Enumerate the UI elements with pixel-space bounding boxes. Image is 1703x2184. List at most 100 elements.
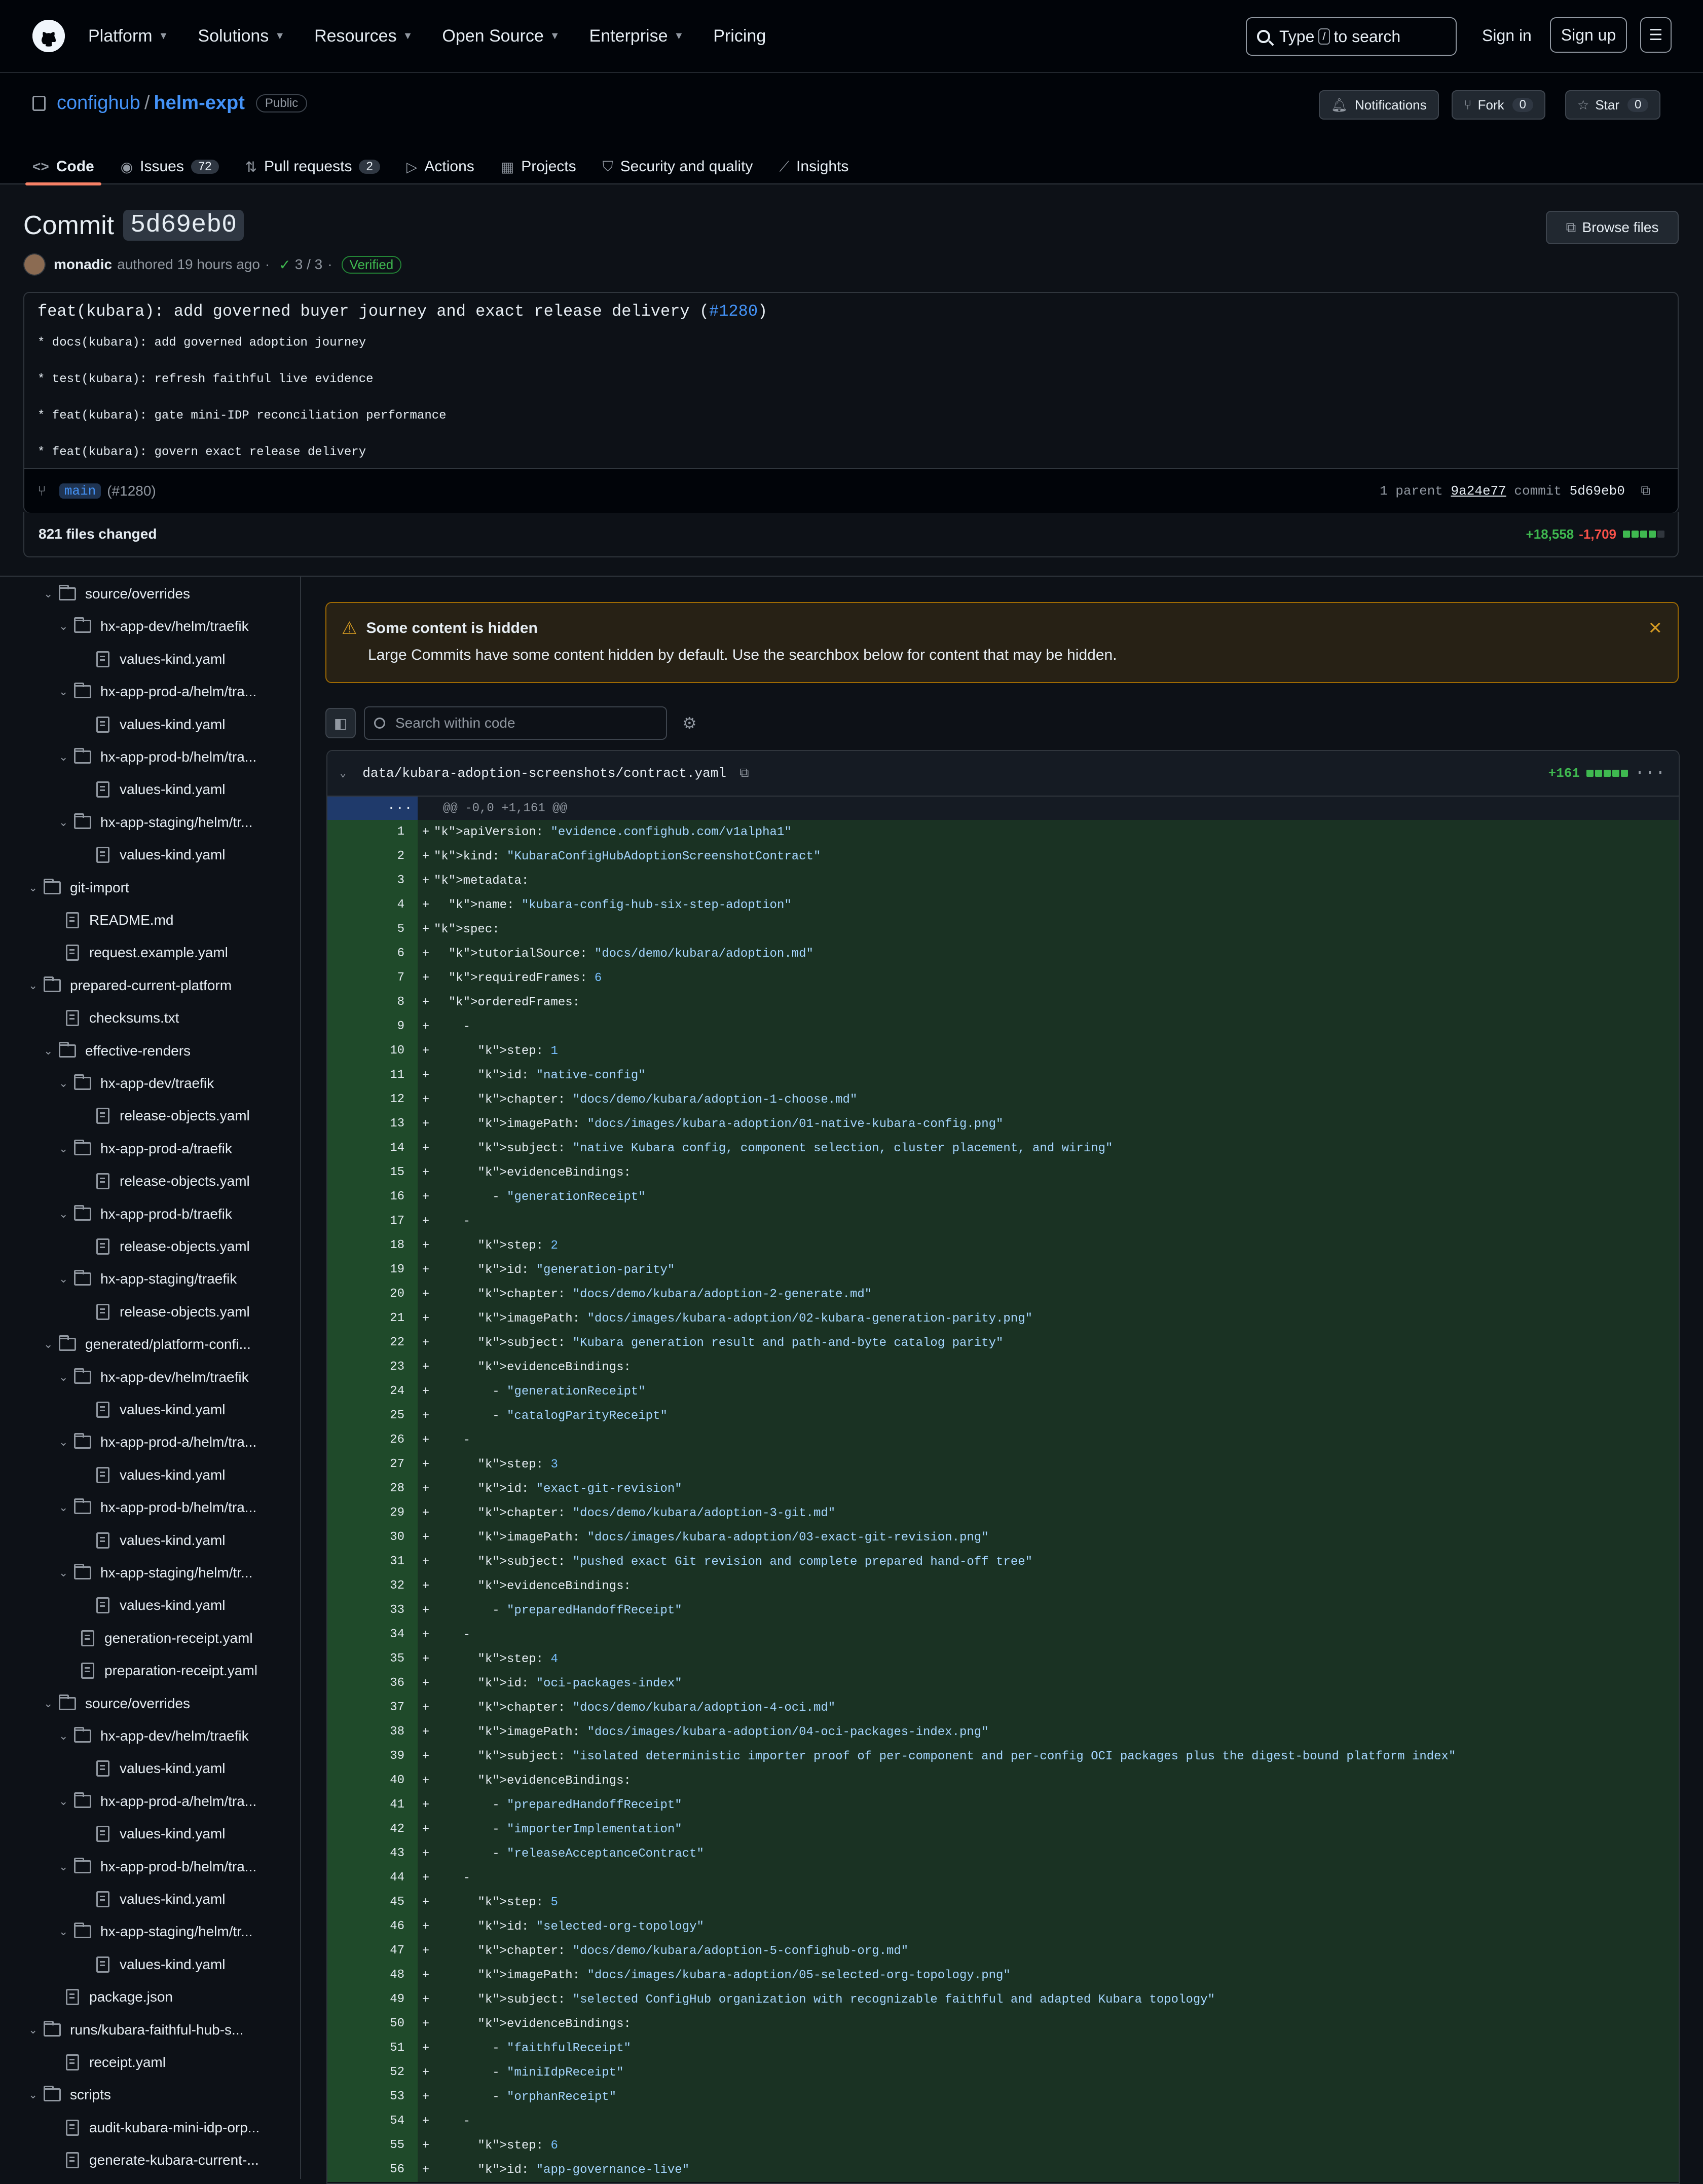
tab-pull-requests[interactable]: ⇅ Pull requests 2 xyxy=(245,149,380,184)
tree-folder[interactable]: ⌄ hx-app-prod-b/helm/tra... xyxy=(59,741,256,773)
tree-folder[interactable]: ⌄ git-import xyxy=(28,872,129,904)
line-number[interactable]: 4 xyxy=(327,893,418,917)
copy-icon[interactable]: ⧉ xyxy=(1641,483,1650,499)
line-number[interactable]: 12 xyxy=(327,1087,418,1112)
chevron-down-icon[interactable]: ⌄ xyxy=(59,816,74,829)
line-number[interactable]: 30 xyxy=(327,1525,418,1550)
tree-file[interactable]: request.example.yaml xyxy=(44,936,228,969)
tree-folder[interactable]: ⌄ hx-app-staging/helm/tr... xyxy=(59,806,252,839)
line-number[interactable]: 36 xyxy=(327,1671,418,1696)
line-number[interactable]: 40 xyxy=(327,1768,418,1793)
global-search[interactable]: Type / to search xyxy=(1246,17,1457,56)
tab-insights[interactable]: ⟋ Insights xyxy=(779,149,848,184)
chevron-down-icon[interactable]: ⌄ xyxy=(28,2023,44,2037)
line-number[interactable]: 19 xyxy=(327,1258,418,1282)
tree-file[interactable]: values-kind.yaml xyxy=(74,1752,226,1785)
chevron-down-icon[interactable]: ⌄ xyxy=(28,881,44,894)
tree-file[interactable]: package.json xyxy=(44,1981,173,2013)
nav-enterprise[interactable]: Enterprise ▼ xyxy=(589,26,684,46)
line-number[interactable]: 22 xyxy=(327,1331,418,1355)
chevron-down-icon[interactable]: ⌄ xyxy=(44,1338,59,1351)
line-number[interactable]: 24 xyxy=(327,1379,418,1404)
tree-folder[interactable]: ⌄ hx-app-staging/traefik xyxy=(59,1263,237,1295)
nav-platform[interactable]: Platform ▼ xyxy=(88,26,168,46)
expand-icon[interactable]: ··· xyxy=(327,797,418,820)
chevron-down-icon[interactable]: ⌄ xyxy=(59,620,74,633)
line-number[interactable]: 52 xyxy=(327,2060,418,2085)
tree-folder[interactable]: ⌄ hx-app-prod-b/helm/tra... xyxy=(59,1491,256,1524)
line-number[interactable]: 47 xyxy=(327,1939,418,1963)
fork-button[interactable]: ⑂ Fork 0 xyxy=(1452,90,1545,120)
line-number[interactable]: 14 xyxy=(327,1136,418,1160)
tree-folder[interactable]: ⌄ prepared-current-platform xyxy=(28,969,232,1002)
github-logo-icon[interactable] xyxy=(32,20,65,52)
notifications-button[interactable]: 🔔︎ Notifications xyxy=(1319,90,1439,120)
line-number[interactable]: 20 xyxy=(327,1282,418,1306)
chevron-down-icon[interactable]: ⌄ xyxy=(28,979,44,992)
line-number[interactable]: 8 xyxy=(327,990,418,1014)
line-number[interactable]: 11 xyxy=(327,1063,418,1087)
line-number[interactable]: 32 xyxy=(327,1574,418,1598)
line-number[interactable]: 1 xyxy=(327,820,418,844)
checks-status[interactable]: 3 / 3 xyxy=(295,256,322,273)
sign-up-button[interactable]: Sign up xyxy=(1550,17,1627,53)
line-number[interactable]: 27 xyxy=(327,1452,418,1477)
line-number[interactable]: 45 xyxy=(327,1890,418,1914)
chevron-down-icon[interactable]: ⌄ xyxy=(59,1208,74,1221)
tree-file[interactable]: values-kind.yaml xyxy=(74,1589,226,1622)
tab-security[interactable]: ⛉ Security and quality xyxy=(603,149,753,184)
line-number[interactable]: 34 xyxy=(327,1623,418,1647)
tree-folder[interactable]: ⌄ runs/kubara-faithful-hub-s... xyxy=(28,2014,243,2046)
parent-sha-link[interactable]: 9a24e77 xyxy=(1451,483,1506,499)
file-path[interactable]: data/kubara-adoption-screenshots/contrac… xyxy=(362,766,726,781)
toggle-sidebar-icon[interactable]: ◧ xyxy=(325,708,356,738)
tree-file[interactable]: values-kind.yaml xyxy=(74,839,226,871)
chevron-down-icon[interactable]: ⌄ xyxy=(44,587,59,600)
pr-link[interactable]: #1280 xyxy=(709,302,758,321)
tree-folder[interactable]: ⌄ generated/platform-confi... xyxy=(44,1328,251,1361)
tree-file[interactable]: values-kind.yaml xyxy=(74,1818,226,1850)
line-number[interactable]: 5 xyxy=(327,917,418,942)
line-number[interactable]: 54 xyxy=(327,2109,418,2133)
line-number[interactable]: 29 xyxy=(327,1501,418,1525)
line-number[interactable]: 38 xyxy=(327,1720,418,1744)
line-number[interactable]: 41 xyxy=(327,1793,418,1817)
line-number[interactable]: 15 xyxy=(327,1160,418,1185)
branch-pr[interactable]: (#1280) xyxy=(107,483,156,499)
tab-issues[interactable]: ◉ Issues 72 xyxy=(121,149,219,184)
chevron-down-icon[interactable]: ⌄ xyxy=(59,1436,74,1449)
tree-file[interactable]: values-kind.yaml xyxy=(74,708,226,741)
kebab-menu-icon[interactable]: ··· xyxy=(1635,764,1665,783)
tree-file[interactable]: README.md xyxy=(44,904,173,936)
copy-icon[interactable]: ⧉ xyxy=(739,766,749,781)
tree-file[interactable]: audit-kubara-mini-idp-orp... xyxy=(44,2112,260,2144)
line-number[interactable]: 9 xyxy=(327,1014,418,1039)
tree-folder[interactable]: ⌄ source/overrides xyxy=(44,578,190,610)
author-link[interactable]: monadic xyxy=(54,256,112,273)
avatar[interactable] xyxy=(23,253,46,276)
tree-file[interactable]: values-kind.yaml xyxy=(74,1459,226,1491)
gear-icon[interactable]: ⚙ xyxy=(682,713,697,733)
tab-code[interactable]: <> Code xyxy=(25,149,101,185)
tree-folder[interactable]: ⌄ hx-app-prod-b/traefik xyxy=(59,1198,232,1230)
tree-folder[interactable]: ⌄ scripts xyxy=(28,2079,111,2111)
line-number[interactable]: 39 xyxy=(327,1744,418,1768)
tree-folder[interactable]: ⌄ hx-app-prod-a/traefik xyxy=(59,1133,232,1165)
line-number[interactable]: 3 xyxy=(327,869,418,893)
tree-file[interactable]: preparation-receipt.yaml xyxy=(59,1654,257,1687)
tree-file[interactable]: generate-kubara-current-... xyxy=(44,2144,259,2176)
tree-folder[interactable]: ⌄ hx-app-prod-b/helm/tra... xyxy=(59,1851,256,1883)
repo-name-link[interactable]: helm-expt xyxy=(154,92,244,114)
nav-solutions[interactable]: Solutions ▼ xyxy=(198,26,285,46)
tree-file[interactable]: release-objects.yaml xyxy=(74,1165,250,1197)
chevron-down-icon[interactable]: ⌄ xyxy=(59,1566,74,1579)
close-icon[interactable]: ✕ xyxy=(1648,618,1663,638)
line-number[interactable]: 6 xyxy=(327,942,418,966)
chevron-down-icon[interactable]: ⌄ xyxy=(59,1501,74,1514)
line-number[interactable]: 35 xyxy=(327,1647,418,1671)
line-number[interactable]: 28 xyxy=(327,1477,418,1501)
line-number[interactable]: 44 xyxy=(327,1866,418,1890)
tree-file[interactable]: checksums.txt xyxy=(44,1002,179,1034)
tree-file[interactable]: release-objects.yaml xyxy=(74,1230,250,1263)
tree-folder[interactable]: ⌄ hx-app-dev/helm/traefik xyxy=(59,610,249,643)
